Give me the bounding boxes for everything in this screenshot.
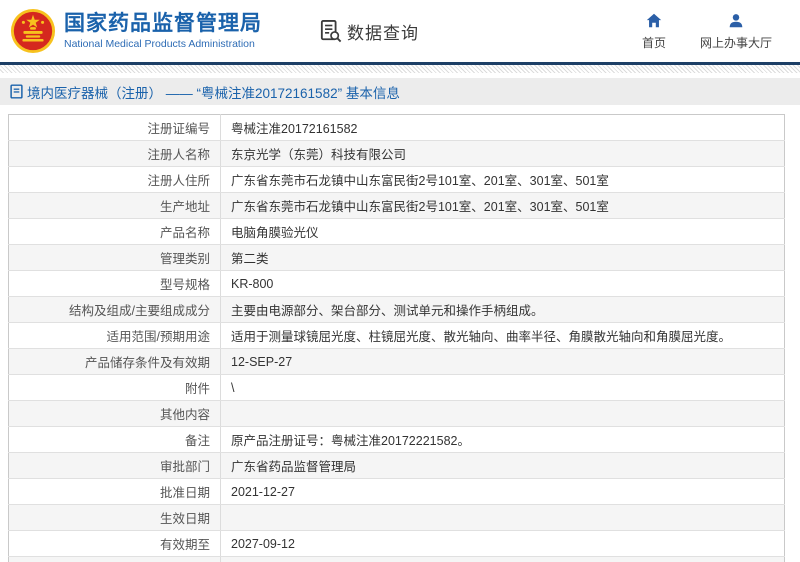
- info-table-body: 注册证编号 粤械注准20172161582 注册人名称 东京光学（东莞）科技有限公司注…: [8, 114, 785, 562]
- table-row: 生产地址 广东省东莞市石龙镇中山东富民街2号101室、201室、301室、501室: [8, 192, 785, 219]
- row-label: 注册人名称: [8, 140, 221, 167]
- document-search-icon: [320, 20, 342, 43]
- nav-online-service-hall[interactable]: 网上办事大厅: [700, 12, 772, 51]
- table-row: 附件 \: [8, 374, 785, 401]
- row-label: 批准日期: [8, 478, 221, 505]
- registration-info-table: 注册证编号 粤械注准20172161582 注册人名称 东京光学（东莞）科技有限公司注…: [8, 114, 785, 562]
- row-value: \: [220, 374, 785, 401]
- nav-home[interactable]: 首页: [642, 12, 666, 51]
- table-row: 审批部门 广东省药品监督管理局: [8, 452, 785, 479]
- china-national-emblem-icon: [10, 8, 56, 54]
- nav-hall-label: 网上办事大厅: [699, 35, 772, 50]
- logo-text: 国家药品监督管理局 National Medical Products Admi…: [64, 12, 262, 50]
- row-value: 2027-09-12: [220, 530, 785, 557]
- row-value: 适用于测量球镜屈光度、柱镜屈光度、散光轴向、曲率半径、角膜散光轴向和角膜屈光度。: [220, 322, 785, 349]
- row-label: 注册人住所: [8, 166, 221, 193]
- row-label: 有效期至: [8, 530, 221, 557]
- hatched-strip: [0, 65, 800, 73]
- table-row: 生效日期: [8, 504, 785, 531]
- nmpa-logo[interactable]: 国家药品监督管理局 National Medical Products Admi…: [10, 8, 262, 54]
- table-row: 适用范围/预期用途 适用于测量球镜屈光度、柱镜屈光度、散光轴向、曲率半径、角膜散光…: [8, 322, 785, 349]
- row-label: 其他内容: [8, 400, 221, 427]
- row-value: 2021-12-27: [220, 478, 785, 505]
- row-label: 产品储存条件及有效期: [8, 348, 221, 375]
- row-value: 广东省东莞市石龙镇中山东富民街2号101室、201室、301室、501室: [220, 192, 785, 219]
- registration-info-table-wrap: 注册证编号 粤械注准20172161582 注册人名称 东京光学（东莞）科技有限公司注…: [8, 114, 785, 562]
- data-query-section[interactable]: 数据查询: [320, 19, 419, 44]
- home-icon: [646, 13, 662, 27]
- row-value: [220, 400, 785, 427]
- table-row: 批准日期 2021-12-27: [8, 478, 785, 505]
- table-row: 注册证编号 粤械注准20172161582: [8, 114, 785, 141]
- row-label: 附件: [8, 374, 221, 401]
- document-icon: [10, 84, 23, 99]
- row-value: 电脑角膜验光仪: [220, 218, 785, 245]
- row-value: 第二类: [220, 244, 785, 271]
- person-icon: [729, 13, 743, 27]
- row-label: 产品名称: [8, 218, 221, 245]
- row-label: 管理类别: [8, 244, 221, 271]
- table-row: 注册人名称 东京光学（东莞）科技有限公司: [8, 140, 785, 167]
- row-label: 变更情况: [8, 556, 221, 562]
- row-label: 型号规格: [8, 270, 221, 297]
- row-label: 备注: [8, 426, 221, 453]
- table-row: 其他内容: [8, 400, 785, 427]
- row-value: 主要由电源部分、架台部分、测试单元和操作手柄组成。: [220, 296, 785, 323]
- row-value: 12-SEP-27: [220, 348, 785, 375]
- table-row: 结构及组成/主要组成成分 主要由电源部分、架台部分、测试单元和操作手柄组成。: [8, 296, 785, 323]
- agency-subtitle: National Medical Products Administration: [64, 38, 255, 51]
- row-value: 东京光学（东莞）科技有限公司: [220, 140, 785, 167]
- header: 国家药品监督管理局 National Medical Products Admi…: [0, 0, 800, 62]
- row-value: 广东省药品监督管理局: [220, 452, 785, 479]
- row-label: 审批部门: [8, 452, 221, 479]
- row-label: 生效日期: [8, 504, 221, 531]
- table-row: 变更情况: [8, 556, 785, 562]
- row-value: 粤械注准20172161582: [220, 114, 785, 141]
- row-label: 生产地址: [8, 192, 221, 219]
- row-value: 广东省东莞市石龙镇中山东富民街2号101室、201室、301室、501室: [220, 166, 785, 193]
- agency-title: 国家药品监督管理局: [64, 11, 262, 35]
- row-value: KR-800: [220, 270, 785, 297]
- row-value: [220, 556, 785, 562]
- row-label: 结构及组成/主要组成成分: [8, 296, 221, 323]
- row-value: [220, 504, 785, 531]
- data-query-label: 数据查询: [347, 23, 419, 43]
- table-row: 有效期至 2027-09-12: [8, 530, 785, 557]
- breadcrumb: 境内医疗器械（注册） —— “粤械注准20172161582” 基本信息: [0, 78, 800, 105]
- header-nav: 首页 网上办事大厅: [642, 12, 800, 51]
- row-label: 注册证编号: [8, 114, 221, 141]
- table-row: 产品储存条件及有效期 12-SEP-27: [8, 348, 785, 375]
- table-row: 管理类别 第二类: [8, 244, 785, 271]
- row-label: 适用范围/预期用途: [8, 322, 221, 349]
- nav-home-label: 首页: [641, 35, 666, 50]
- table-row: 备注 原产品注册证号：粤械注准20172221582。: [8, 426, 785, 453]
- table-row: 产品名称 电脑角膜验光仪: [8, 218, 785, 245]
- row-value: 原产品注册证号：粤械注准20172221582。: [220, 426, 785, 453]
- table-row: 注册人住所 广东省东莞市石龙镇中山东富民街2号101室、201室、301室、501…: [8, 166, 785, 193]
- table-row: 型号规格 KR-800: [8, 270, 785, 297]
- page-title: 境内医疗器械（注册） —— “粤械注准20172161582” 基本信息: [27, 85, 400, 101]
